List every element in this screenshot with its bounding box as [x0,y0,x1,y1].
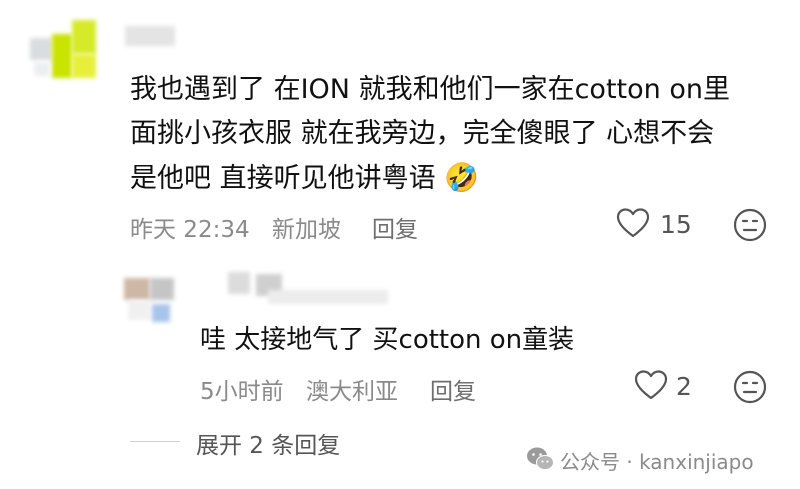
expand-replies-row[interactable]: 展开 2 条回复 [130,424,370,460]
comment-like-count: 15 [660,210,692,239]
username-blurred[interactable] [125,26,175,46]
expand-replies-label[interactable]: 展开 2 条回复 [196,426,340,460]
reply-reply-button[interactable]: 回复 [430,372,476,406]
rofl-emoji: 🤣 [444,161,480,194]
comment-text-line-1: 我也遇到了 在ION 就我和他们一家在cotton on里 [130,74,730,105]
watermark-text: 公众号 · kanxinjiapo [560,450,754,474]
comment-text-line-3: 是他吧 直接听见他讲粤语 🤣 [130,156,479,201]
comment-like-button[interactable]: 15 [616,206,696,244]
reply-username-blurred[interactable] [208,272,398,304]
reply-like-count: 2 [676,372,692,401]
dislike-face-icon[interactable] [733,208,767,242]
comment-text-line-2: 面挑小孩衣服 就在我旁边，完全傻眼了 心想不会 [130,118,715,149]
heart-icon [634,370,668,400]
comment-reply-button[interactable]: 回复 [372,210,418,244]
dislike-face-icon[interactable] [733,370,767,404]
comment-text-line-3-text: 是他吧 直接听见他讲粤语 [130,163,436,194]
avatar[interactable] [30,20,102,78]
reply-like-button[interactable]: 2 [634,368,694,406]
heart-icon [616,208,650,238]
expand-divider-line [130,441,180,442]
comment-location: 新加坡 [272,217,341,243]
wechat-logo-icon [527,447,554,470]
reply-avatar[interactable] [124,274,180,324]
reply-time: 5小时前 [200,379,284,405]
comment-date: 昨天 22:34 [130,217,250,243]
reply-location: 澳大利亚 [306,379,398,405]
reply-text: 哇 太接地气了 买cotton on童装 [200,325,575,355]
